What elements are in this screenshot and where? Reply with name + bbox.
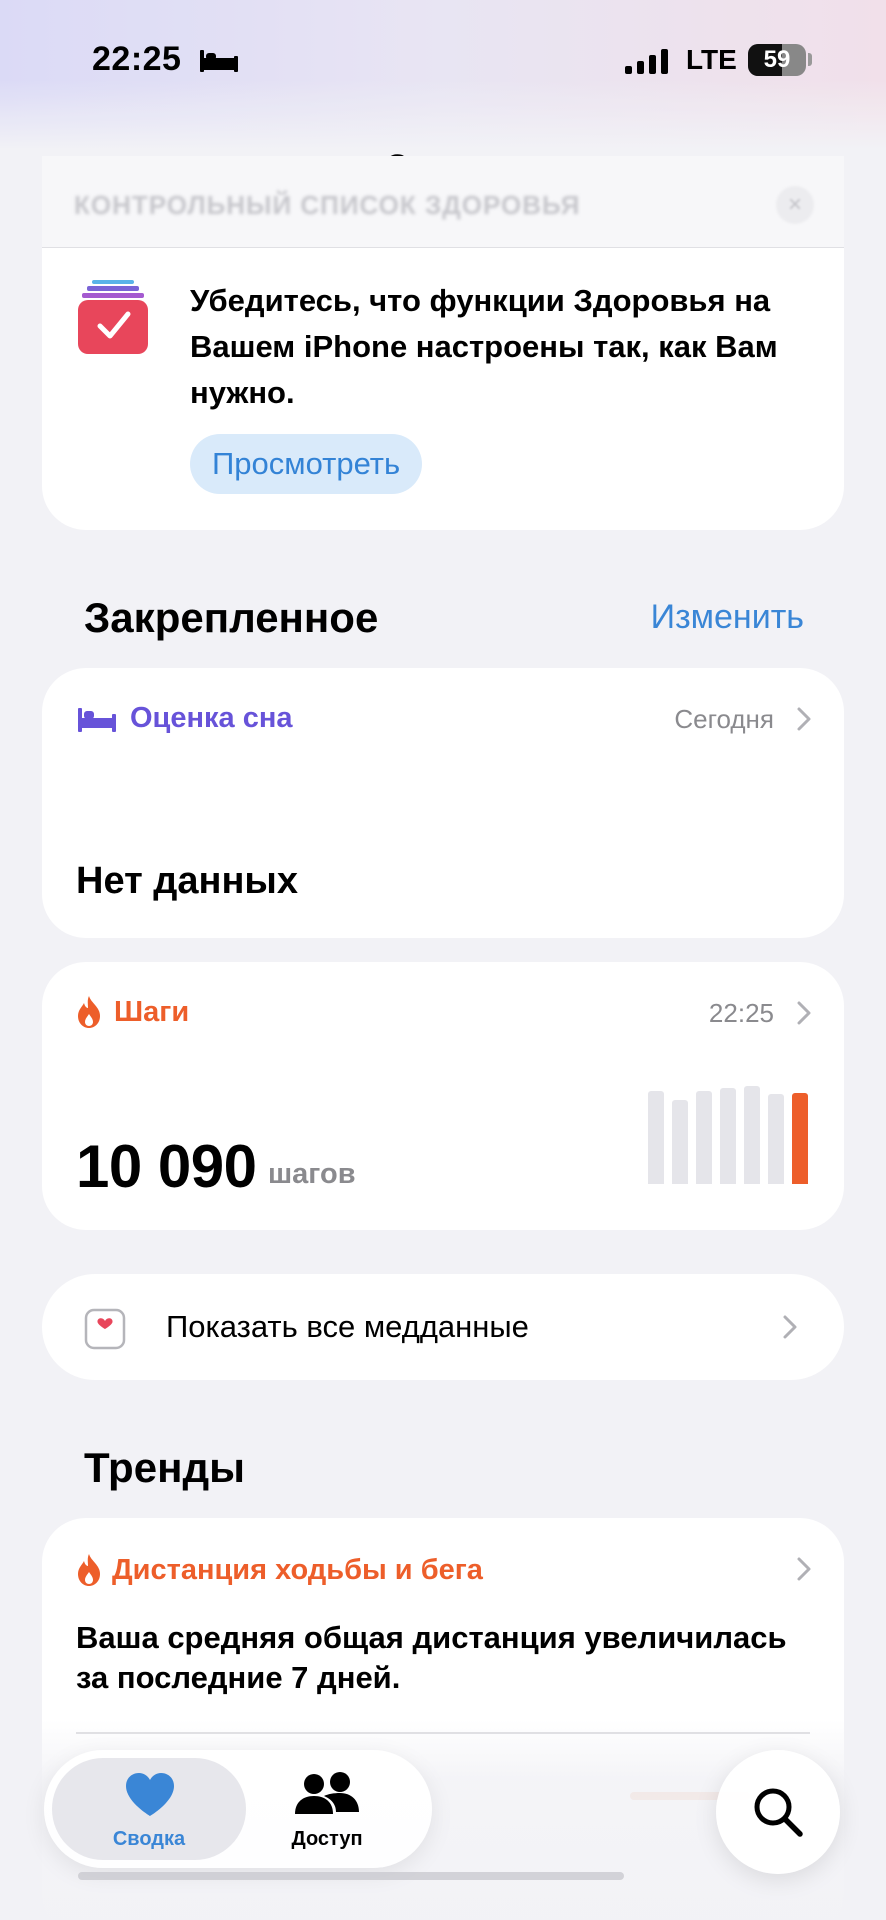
- review-button[interactable]: Просмотреть: [190, 434, 423, 494]
- bed-icon: [78, 708, 116, 732]
- steps-mini-bar: [768, 1094, 784, 1184]
- steps-value: 10 090: [76, 1133, 257, 1200]
- health-checklist-card: КОНТРОЛЬНЫЙ СПИСОК ЗДОРОВЬЯ × Убедитесь,…: [42, 156, 844, 530]
- steps-mini-chart: [648, 1080, 810, 1184]
- checklist-message: Убедитесь, что функции Здоровья на Вашем…: [190, 283, 778, 410]
- status-time: 22:25: [92, 40, 182, 78]
- people-icon: [295, 1772, 359, 1814]
- heart-icon: [126, 1773, 174, 1816]
- flame-icon: [78, 996, 100, 1028]
- steps-mini-bar: [744, 1086, 760, 1184]
- trends-section-title: Тренды: [84, 1444, 245, 1491]
- steps-mini-bar: [696, 1091, 712, 1184]
- search-icon: [754, 1788, 803, 1837]
- chevron-right-icon: [797, 1557, 811, 1581]
- trend-description: Ваша средняя общая дистанция увеличилась…: [76, 1620, 787, 1695]
- sleep-score-label: Оценка сна: [130, 702, 293, 734]
- home-indicator: [78, 1872, 624, 1880]
- cellular-signal-icon: [625, 49, 668, 74]
- trend-label: Дистанция ходьбы и бега: [112, 1554, 483, 1586]
- chevron-right-icon: [783, 1315, 797, 1339]
- sleep-score-value: Нет данных: [76, 860, 298, 902]
- steps-mini-bar: [792, 1093, 808, 1184]
- chevron-right-icon: [797, 1001, 811, 1025]
- checklist-header-label: КОНТРОЛЬНЫЙ СПИСОК ЗДОРОВЬЯ: [74, 190, 581, 220]
- steps-mini-bar: [720, 1088, 736, 1184]
- network-type: LTE: [686, 44, 737, 75]
- steps-mini-bar: [648, 1091, 664, 1184]
- health-data-icon: [84, 1308, 126, 1350]
- steps-time: 22:25: [708, 998, 774, 1028]
- steps-label: Шаги: [114, 996, 190, 1028]
- show-all-health-data-label: Показать все медданные: [166, 1309, 529, 1344]
- flame-icon: [78, 1554, 100, 1586]
- sleep-focus-icon: [200, 50, 238, 72]
- sleep-score-card[interactable]: Оценка сна Сегодня Нет данных: [42, 668, 844, 938]
- pinned-section-title: Закрепленное: [84, 594, 379, 641]
- checklist-icon: [78, 280, 148, 354]
- battery-cap: [808, 53, 812, 66]
- tab-sharing[interactable]: Доступ: [230, 1750, 424, 1868]
- tab-summary[interactable]: Сводка: [52, 1750, 246, 1868]
- sleep-score-date: Сегодня: [674, 704, 774, 734]
- status-bar: 22:25 LTE 59: [0, 0, 886, 120]
- battery-level: 59: [763, 46, 791, 73]
- chevron-right-icon: [797, 707, 811, 731]
- close-icon[interactable]: ×: [776, 186, 814, 224]
- checklist-header: КОНТРОЛЬНЫЙ СПИСОК ЗДОРОВЬЯ ×: [42, 156, 844, 248]
- search-button[interactable]: [716, 1750, 840, 1874]
- steps-card[interactable]: Шаги 22:25 10 090 шагов: [42, 962, 844, 1230]
- tab-bar: Сводка Доступ: [44, 1750, 432, 1868]
- steps-mini-bar: [672, 1100, 688, 1184]
- edit-button[interactable]: Изменить: [651, 598, 804, 637]
- show-all-health-data-row[interactable]: Показать все медданные: [42, 1274, 844, 1380]
- tab-summary-label: Сводка: [112, 1828, 186, 1850]
- tab-sharing-label: Доступ: [291, 1828, 363, 1850]
- battery-icon: 59: [748, 44, 806, 76]
- steps-unit: шагов: [268, 1158, 356, 1190]
